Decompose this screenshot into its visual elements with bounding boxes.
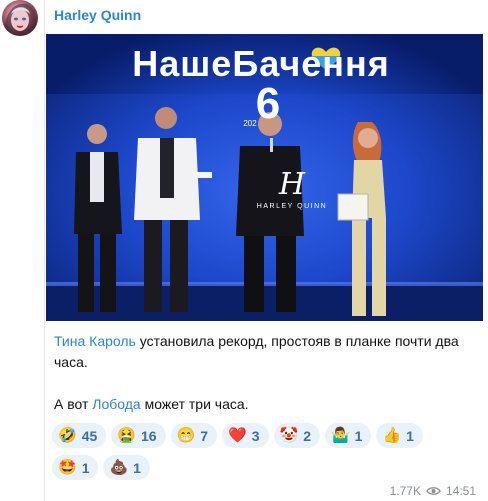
message-meta: 1.77K 14:51 (390, 484, 476, 498)
reaction-count: 16 (140, 427, 157, 444)
reaction-pill[interactable]: 🤡 2 (273, 423, 320, 448)
message-text-span: может три часа. (140, 396, 249, 412)
reaction-count: 7 (200, 427, 209, 444)
message-paragraph: А вот Лобода может три часа. (54, 394, 478, 415)
show-year-text: 202 (243, 119, 257, 128)
reaction-count: 2 (303, 427, 311, 444)
message-text-span: А вот (54, 396, 93, 412)
reaction-count: 1 (406, 427, 414, 444)
heart-emoji-icon: ❤️ (228, 427, 247, 444)
watermark-letter: H (278, 167, 306, 202)
watermark-text: HARLEY QUINN (257, 203, 327, 210)
eye-icon (426, 487, 441, 495)
reactions-bar: 🤣 45 🤮 16 😁 7 ❤️ 3 🤡 2 🤷‍♂️ 1 👍 1 🤩 1 💩 1 (52, 423, 482, 487)
reaction-pill[interactable]: ❤️ 3 (222, 423, 269, 448)
reaction-pill[interactable]: 👍 1 (376, 423, 423, 448)
message-time: 14:51 (445, 484, 476, 498)
vomit-emoji-icon: 🤮 (117, 427, 136, 444)
shrug-emoji-icon: 🤷‍♂️ (330, 427, 350, 444)
show-number-text: 6 (256, 79, 280, 128)
reactions-row: 🤩 1 💩 1 (52, 455, 482, 480)
show-title-text: НашеБачення (132, 43, 389, 84)
reaction-pill[interactable]: 🤣 45 (52, 423, 107, 448)
mention-link[interactable]: Лобода (92, 396, 140, 412)
reaction-pill[interactable]: 🤮 16 (111, 423, 166, 448)
stage-photo-illustration: НашеБачення 6 202 H HARLEY QUINN (46, 34, 483, 321)
message-paragraph: Тина Кароль установила рекорд, простояв … (54, 331, 478, 373)
poop-emoji-icon: 💩 (109, 459, 129, 476)
rofl-emoji-icon: 🤣 (58, 427, 77, 444)
reaction-count: 1 (354, 427, 363, 444)
reaction-pill[interactable]: 💩 1 (103, 455, 150, 480)
thumbs-up-emoji-icon: 👍 (382, 427, 402, 444)
message-photo[interactable]: НашеБачення 6 202 H HARLEY QUINN (46, 34, 483, 321)
reaction-count: 3 (251, 427, 260, 444)
reaction-count: 1 (133, 459, 141, 476)
reactions-row: 🤣 45 🤮 16 😁 7 ❤️ 3 🤡 2 🤷‍♂️ 1 👍 1 (52, 423, 482, 448)
message-text: Тина Кароль установила рекорд, простояв … (54, 331, 478, 436)
avatar[interactable] (2, 0, 38, 36)
mention-link[interactable]: Тина Кароль (54, 333, 136, 349)
star-struck-emoji-icon: 🤩 (58, 459, 77, 476)
avatar-portrait-icon (2, 3, 38, 36)
clown-emoji-icon: 🤡 (279, 427, 299, 444)
sender-name[interactable]: Harley Quinn (54, 7, 141, 23)
reaction-count: 45 (81, 427, 98, 444)
reaction-pill[interactable]: 🤷‍♂️ 1 (324, 423, 372, 448)
views-count: 1.77K (389, 484, 421, 498)
reaction-count: 1 (81, 459, 90, 476)
reaction-pill[interactable]: 😁 7 (170, 423, 218, 448)
reaction-pill[interactable]: 🤩 1 (52, 455, 99, 480)
grin-emoji-icon: 😁 (176, 427, 196, 444)
